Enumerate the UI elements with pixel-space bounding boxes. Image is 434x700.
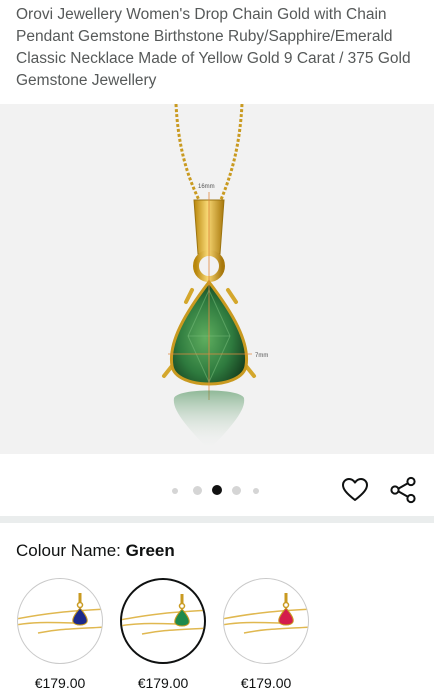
- product-image[interactable]: 16mm 7mm: [0, 104, 434, 454]
- colour-name-row: Colour Name: Green: [16, 540, 175, 562]
- colour-name-label: Colour Name:: [16, 541, 121, 560]
- heart-icon: [342, 478, 368, 501]
- carousel-dot-active[interactable]: [212, 485, 222, 495]
- selected-colour-value: Green: [125, 541, 175, 560]
- wishlist-button[interactable]: [340, 475, 370, 505]
- image-controls: [0, 454, 434, 516]
- share-button[interactable]: [388, 475, 418, 505]
- carousel-dot[interactable]: [193, 486, 202, 495]
- width-dimension-label: 7mm: [255, 353, 268, 359]
- share-icon: [390, 476, 416, 504]
- variant-swatch-emerald[interactable]: [120, 578, 206, 664]
- section-divider: [0, 516, 434, 523]
- emerald-pendant-thumbnail: [122, 594, 204, 635]
- product-title: Orovi Jewellery Women's Drop Chain Gold …: [16, 6, 411, 89]
- variant-price: €179.00: [34, 675, 86, 691]
- variant-price: €179.00: [137, 675, 189, 691]
- variant-swatch-ruby[interactable]: [223, 578, 309, 664]
- carousel-dot[interactable]: [253, 488, 259, 494]
- pendant-image: 16mm 7mm: [162, 104, 268, 450]
- variant-price: €179.00: [240, 675, 292, 691]
- carousel-dot[interactable]: [232, 486, 241, 495]
- sapphire-pendant-thumbnail: [18, 593, 102, 634]
- carousel-dot[interactable]: [172, 488, 178, 494]
- height-dimension-label: 16mm: [198, 184, 215, 190]
- ruby-pendant-thumbnail: [224, 593, 308, 634]
- variant-swatch-sapphire[interactable]: [17, 578, 103, 664]
